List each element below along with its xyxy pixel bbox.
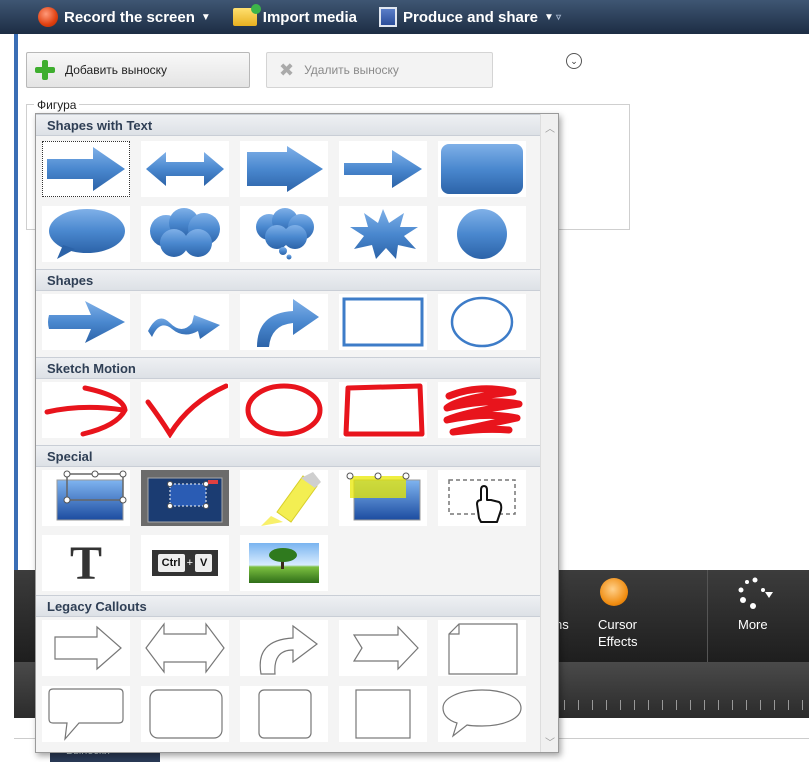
shape-group-label: Фигура bbox=[34, 98, 80, 112]
gallery-scrollbar[interactable]: ︿ ﹀ bbox=[540, 114, 558, 752]
legacy-square[interactable] bbox=[339, 686, 427, 742]
chevron-down-icon: ▼ bbox=[544, 11, 554, 23]
collapse-chevron-icon[interactable]: ⌄ bbox=[566, 53, 582, 69]
cursor-effects-label-1: Cursor bbox=[598, 617, 638, 632]
shape-bold-arrow[interactable] bbox=[42, 294, 130, 350]
callout-shape-gallery: Shapes with Text Shapes Sketch Motion Sp… bbox=[35, 113, 559, 753]
v-key: V bbox=[195, 554, 213, 572]
section-header-legacy-callouts: Legacy Callouts bbox=[36, 595, 540, 617]
add-callout-label: Добавить выноску bbox=[65, 63, 168, 77]
import-media-button[interactable]: Import media bbox=[232, 4, 357, 26]
time-label: 0:00:40;00 bbox=[705, 720, 753, 731]
legacy-speech-bubble[interactable] bbox=[42, 686, 130, 742]
special-highlight-area[interactable] bbox=[339, 470, 427, 526]
import-label: Import media bbox=[262, 8, 357, 26]
sketch-checkmark[interactable] bbox=[141, 382, 229, 438]
sketch-ellipse[interactable] bbox=[240, 382, 328, 438]
chevron-down-icon[interactable]: ﹀ bbox=[545, 734, 555, 749]
section-header-sketch-motion: Sketch Motion bbox=[36, 357, 540, 379]
app-window: Record the screen ▼ Import media Produce… bbox=[0, 0, 809, 762]
window-edge bbox=[14, 34, 18, 654]
legacy-oval-callout[interactable] bbox=[438, 686, 526, 742]
special-highlight-marker[interactable] bbox=[240, 470, 328, 526]
close-icon: ✖ bbox=[279, 59, 295, 80]
shape-starburst[interactable] bbox=[339, 206, 427, 262]
shape-ellipse-outline[interactable] bbox=[438, 294, 526, 350]
timeline-ticks bbox=[550, 700, 809, 710]
time-label: 0:00:30;00 bbox=[560, 720, 608, 731]
more-icon[interactable] bbox=[735, 576, 775, 612]
sketch-arrow[interactable] bbox=[42, 382, 130, 438]
special-keystroke[interactable]: Ctrl + V bbox=[141, 535, 229, 591]
record-label: Record the screen bbox=[64, 8, 195, 26]
delete-callout-label: Удалить выноску bbox=[304, 63, 399, 77]
add-callout-button[interactable]: Добавить выноску bbox=[26, 52, 250, 88]
shape-arrow-double[interactable] bbox=[141, 141, 229, 197]
special-blur[interactable] bbox=[42, 470, 130, 526]
cursor-effects-label-2: Effects bbox=[598, 634, 638, 649]
shape-arrow-notched[interactable] bbox=[240, 141, 328, 197]
legacy-folded-note[interactable] bbox=[438, 620, 526, 676]
record-icon bbox=[38, 7, 58, 27]
chevron-down-icon: ▼ bbox=[200, 11, 211, 23]
legacy-arrow-right[interactable] bbox=[42, 620, 130, 676]
special-text[interactable]: T bbox=[42, 535, 130, 591]
shape-rectangle-outline[interactable] bbox=[339, 294, 427, 350]
special-spotlight[interactable] bbox=[141, 470, 229, 526]
sketch-scribble[interactable] bbox=[438, 382, 526, 438]
record-screen-button[interactable]: Record the screen ▼ bbox=[38, 7, 211, 27]
film-icon bbox=[378, 7, 397, 27]
shape-arrow-right[interactable] bbox=[42, 141, 130, 197]
legacy-arrow-notched[interactable] bbox=[339, 620, 427, 676]
top-toolbar: Record the screen ▼ Import media Produce… bbox=[0, 0, 809, 34]
legacy-square-rounded[interactable] bbox=[240, 686, 328, 742]
shape-arrow-slim[interactable] bbox=[339, 141, 427, 197]
shape-thought-cloud[interactable] bbox=[240, 206, 328, 262]
shape-curved-arrow[interactable] bbox=[240, 294, 328, 350]
separator bbox=[707, 570, 708, 662]
ctrl-key: Ctrl bbox=[157, 554, 185, 572]
plus-key: + bbox=[186, 557, 194, 569]
overflow-icon[interactable]: ▿ bbox=[556, 12, 561, 23]
legacy-arrow-double[interactable] bbox=[141, 620, 229, 676]
section-header-shapes: Shapes bbox=[36, 269, 540, 291]
legacy-rounded-rect[interactable] bbox=[141, 686, 229, 742]
chevron-up-icon[interactable]: ︿ bbox=[545, 120, 555, 135]
sketch-rectangle[interactable] bbox=[339, 382, 427, 438]
shape-circle[interactable] bbox=[438, 206, 526, 262]
more-button[interactable]: More bbox=[738, 616, 768, 633]
shape-rounded-rect[interactable] bbox=[438, 141, 526, 197]
cursor-effects-icon[interactable] bbox=[600, 578, 628, 606]
shape-cloud[interactable] bbox=[141, 206, 229, 262]
special-image[interactable] bbox=[240, 535, 328, 591]
special-hotspot[interactable] bbox=[438, 470, 526, 526]
t-glyph: T bbox=[69, 536, 102, 590]
section-header-special: Special bbox=[36, 445, 540, 467]
legacy-curved-arrow[interactable] bbox=[240, 620, 328, 676]
plus-icon bbox=[35, 60, 55, 80]
produce-label: Produce and share bbox=[402, 8, 539, 26]
shape-squiggle-arrow[interactable] bbox=[141, 294, 229, 350]
shape-speech-oval[interactable] bbox=[42, 206, 130, 262]
delete-callout-button[interactable]: ✖ Удалить выноску bbox=[266, 52, 493, 88]
cursor-effects-button[interactable]: Cursor Effects bbox=[598, 616, 638, 650]
folder-icon bbox=[232, 4, 261, 26]
produce-share-button[interactable]: Produce and share ▼ ▿ bbox=[378, 7, 561, 27]
section-header-shapes-with-text: Shapes with Text bbox=[36, 114, 540, 136]
